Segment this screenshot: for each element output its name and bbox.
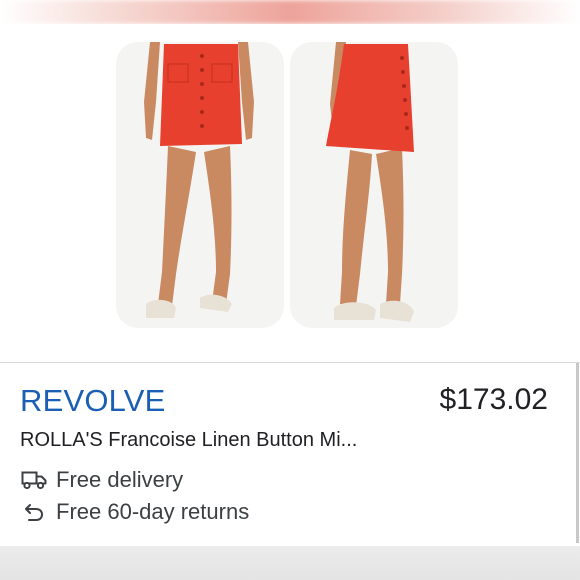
product-title[interactable]: ROLLA'S Francoise Linen Button Mi... <box>20 429 357 452</box>
product-image-area[interactable] <box>0 24 580 360</box>
product-photo-front[interactable] <box>116 42 284 328</box>
store-name-link[interactable]: REVOLVE <box>20 383 166 419</box>
free-delivery-row: Free delivery <box>20 467 183 493</box>
shopping-result-card[interactable]: REVOLVE $173.02 ROLLA'S Francoise Linen … <box>0 363 579 543</box>
product-photo-side[interactable] <box>290 42 458 328</box>
delivery-truck-icon <box>20 468 48 492</box>
top-blurred-edge <box>0 0 580 24</box>
bottom-blurred-edge <box>0 546 580 580</box>
return-arrow-icon <box>20 500 48 524</box>
price-label: $173.02 <box>439 383 548 416</box>
free-returns-label: Free 60-day returns <box>56 499 250 524</box>
free-delivery-label: Free delivery <box>56 467 184 492</box>
free-returns-row: Free 60-day returns <box>20 499 249 525</box>
